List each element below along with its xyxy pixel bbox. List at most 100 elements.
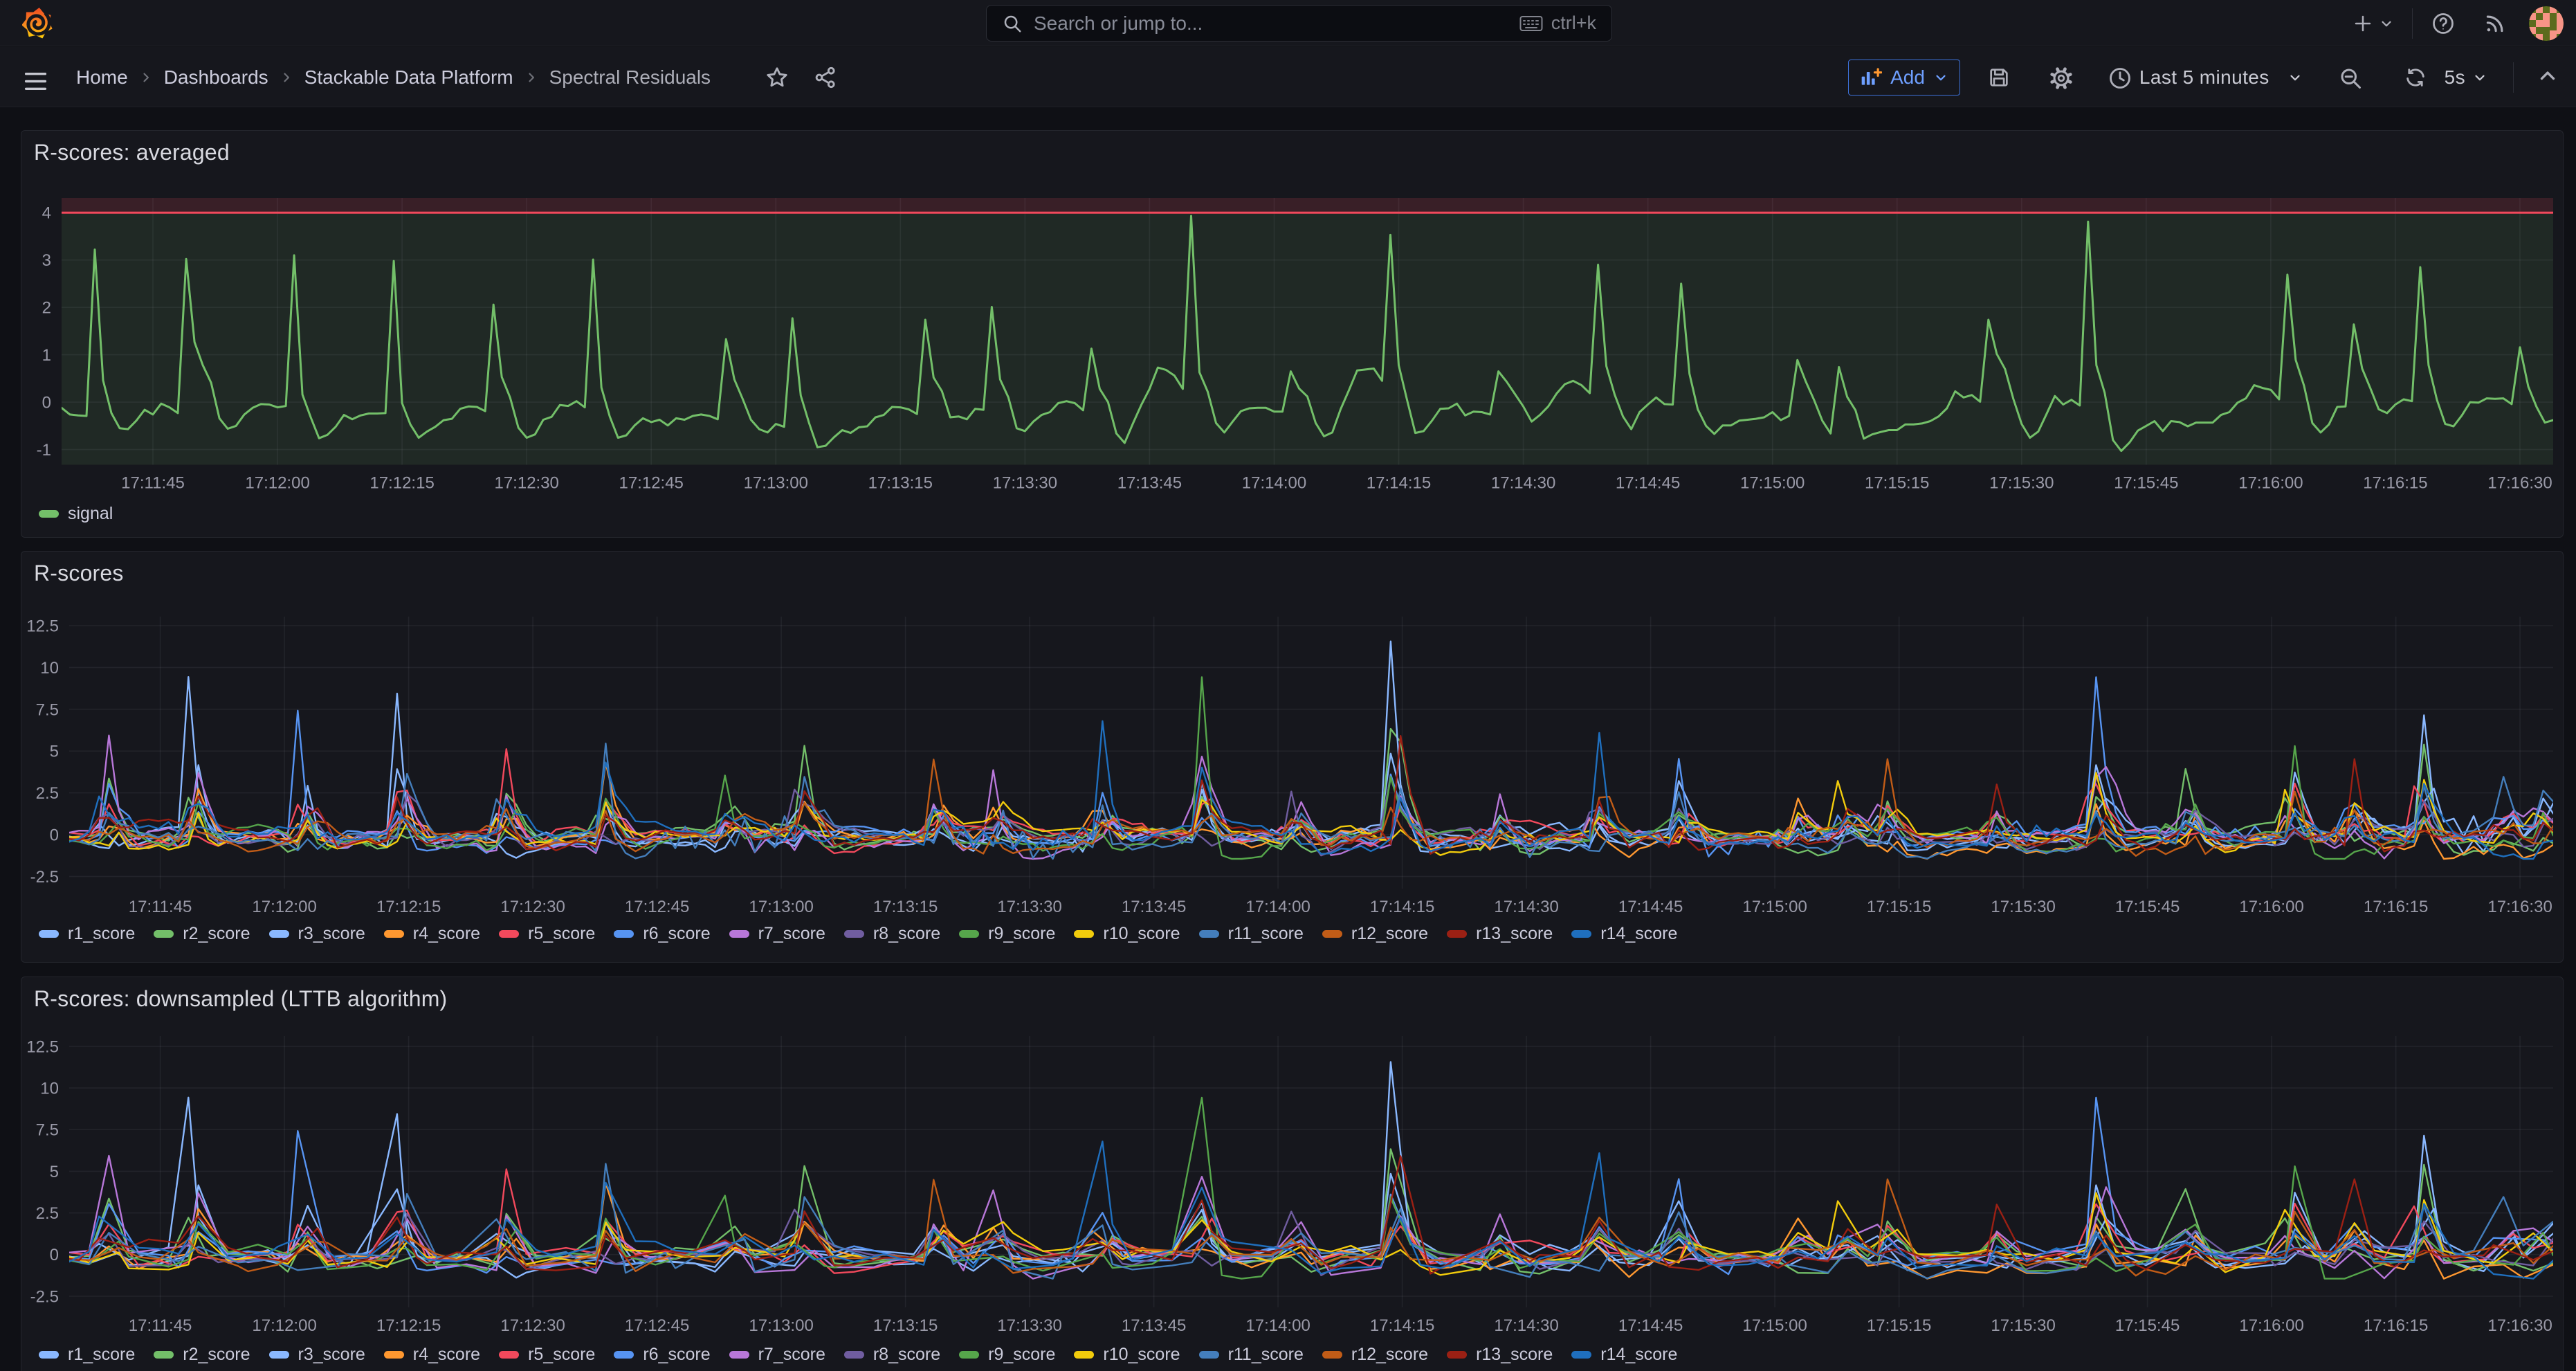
legend-swatch [269,930,289,938]
legend-swatch [499,1351,519,1359]
svg-text:17:12:15: 17:12:15 [369,474,434,493]
svg-text:17:14:30: 17:14:30 [1494,1316,1558,1335]
save-dashboard-button[interactable] [1987,66,2011,89]
legend-item-r1_score[interactable]: r1_score [39,1345,135,1365]
legend-item-r4_score[interactable]: r4_score [384,1345,480,1365]
svg-text:3: 3 [42,251,51,270]
legend-item-r10_score[interactable]: r10_score [1074,1345,1180,1365]
x-axis-labels: 17:11:4517:12:0017:12:1517:12:3017:12:45… [129,898,2552,916]
help-button[interactable] [2431,11,2456,36]
top-navigation-bar: Search or jump to... ctrl+k [0,0,2576,46]
collapse-toolbar-button[interactable] [2536,64,2562,91]
svg-text:17:16:00: 17:16:00 [2238,474,2303,493]
legend-label: r3_score [298,1345,365,1365]
legend-swatch [1074,930,1094,938]
legend-swatch [729,1351,749,1359]
y-axis-labels: -2.502.557.51012.5 [26,617,59,887]
dashboard-toolbar: Home Dashboards Stackable Data Platform Spe… [0,47,2576,107]
legend-item-r10_score[interactable]: r10_score [1074,924,1180,944]
time-range-picker[interactable]: Last 5 minutes [2108,66,2303,89]
legend-item-r2_score[interactable]: r2_score [154,924,250,944]
dashboard-grid: R-scores: averaged -10123417:11:4517:12:… [0,108,2576,1371]
legend-item-r13_score[interactable]: r13_score [1447,924,1553,944]
legend-swatch [1571,930,1591,938]
svg-text:7.5: 7.5 [36,1121,59,1140]
svg-text:17:12:30: 17:12:30 [500,898,565,916]
chevron-right-icon [524,71,538,84]
svg-text:17:16:30: 17:16:30 [2487,898,2552,916]
breadcrumb-item-1[interactable]: Dashboards [164,66,268,89]
legend-item-r8_score[interactable]: r8_score [844,1345,940,1365]
search-placeholder: Search or jump to... [1034,12,1519,35]
legend-swatch [1074,1351,1094,1359]
topbar-divider [2412,8,2413,39]
legend-item-r1_score[interactable]: r1_score [39,924,135,944]
legend-item-r9_score[interactable]: r9_score [959,1345,1055,1365]
hamburger-menu-button[interactable] [23,69,48,87]
svg-text:7.5: 7.5 [36,700,59,719]
breadcrumb-item-3[interactable]: Spectral Residuals [549,66,711,89]
legend-item-signal[interactable]: signal [39,504,113,524]
svg-text:17:12:30: 17:12:30 [494,474,558,493]
search-input[interactable]: Search or jump to... ctrl+k [986,5,1612,42]
y-axis-labels: -2.502.557.51012.5 [26,1037,59,1306]
svg-text:17:15:15: 17:15:15 [1867,898,1931,916]
legend-item-r6_score[interactable]: r6_score [614,924,710,944]
legend-item-r12_score[interactable]: r12_score [1322,924,1428,944]
svg-text:1: 1 [42,346,51,365]
dashboard-settings-button[interactable] [2049,66,2072,89]
refresh-button[interactable] [2404,66,2427,89]
svg-text:-1: -1 [37,441,51,460]
avatar-image [2529,6,2564,41]
legend-item-r7_score[interactable]: r7_score [729,1345,825,1365]
refresh-interval-picker[interactable]: 5s [2445,66,2487,89]
legend-item-r8_score[interactable]: r8_score [844,924,940,944]
legend-item-r2_score[interactable]: r2_score [154,1345,250,1365]
svg-text:17:13:45: 17:13:45 [1117,474,1182,493]
legend-item-r14_score[interactable]: r14_score [1571,1345,1677,1365]
svg-text:17:12:00: 17:12:00 [252,1316,316,1335]
grafana-logo[interactable] [22,6,53,40]
legend-label: r10_score [1103,1345,1180,1365]
breadcrumb-item-2[interactable]: Stackable Data Platform [304,66,513,89]
legend-item-r11_score[interactable]: r11_score [1199,1345,1304,1365]
legend-item-r11_score[interactable]: r11_score [1199,924,1304,944]
legend-item-r7_score[interactable]: r7_score [729,924,825,944]
legend-swatch [614,1351,634,1359]
legend-item-r5_score[interactable]: r5_score [499,1345,595,1365]
chart-canvas[interactable]: -10123417:11:4517:12:0017:12:1517:12:301… [21,131,2563,538]
legend-item-r3_score[interactable]: r3_score [269,1345,365,1365]
zoom-out-button[interactable] [2338,66,2362,89]
legend-swatch [1322,930,1342,938]
legend-item-r3_score[interactable]: r3_score [269,924,365,944]
share-dashboard-button[interactable] [813,65,838,90]
keyboard-icon [1519,15,1543,33]
legend-item-r13_score[interactable]: r13_score [1447,1345,1553,1365]
legend-item-r4_score[interactable]: r4_score [384,924,480,944]
add-panel-button[interactable]: Add [1848,60,1960,96]
x-axis-labels: 17:11:4517:12:0017:12:1517:12:3017:12:45… [129,1316,2552,1335]
legend-item-r9_score[interactable]: r9_score [959,924,1055,944]
user-avatar-button[interactable] [2529,6,2564,41]
legend-item-r6_score[interactable]: r6_score [614,1345,710,1365]
news-button[interactable] [2483,12,2507,35]
favorite-star-button[interactable] [765,65,789,90]
chart-canvas[interactable]: -2.502.557.51012.517:11:4517:12:0017:12:… [21,977,2563,1371]
legend-swatch [1322,1351,1342,1359]
legend-swatch [1199,1351,1219,1359]
legend-label: r11_score [1228,1345,1304,1365]
svg-text:17:13:00: 17:13:00 [749,898,813,916]
legend-item-r5_score[interactable]: r5_score [499,924,595,944]
legend-item-r14_score[interactable]: r14_score [1571,924,1677,944]
legend-item-r12_score[interactable]: r12_score [1322,1345,1428,1365]
breadcrumb-item-0[interactable]: Home [76,66,128,89]
chart-canvas[interactable]: -2.502.557.51012.5 17:11:4517:12:0017:12:… [21,552,2563,963]
svg-text:0: 0 [42,394,51,412]
legend-swatch [614,930,634,938]
refresh-interval-label: 5s [2445,66,2465,89]
legend-swatch [384,1351,404,1359]
svg-text:17:14:30: 17:14:30 [1491,474,1555,493]
svg-text:17:11:45: 17:11:45 [129,1316,192,1335]
new-menu-button[interactable] [2353,13,2394,34]
legend-swatch [1447,930,1467,938]
